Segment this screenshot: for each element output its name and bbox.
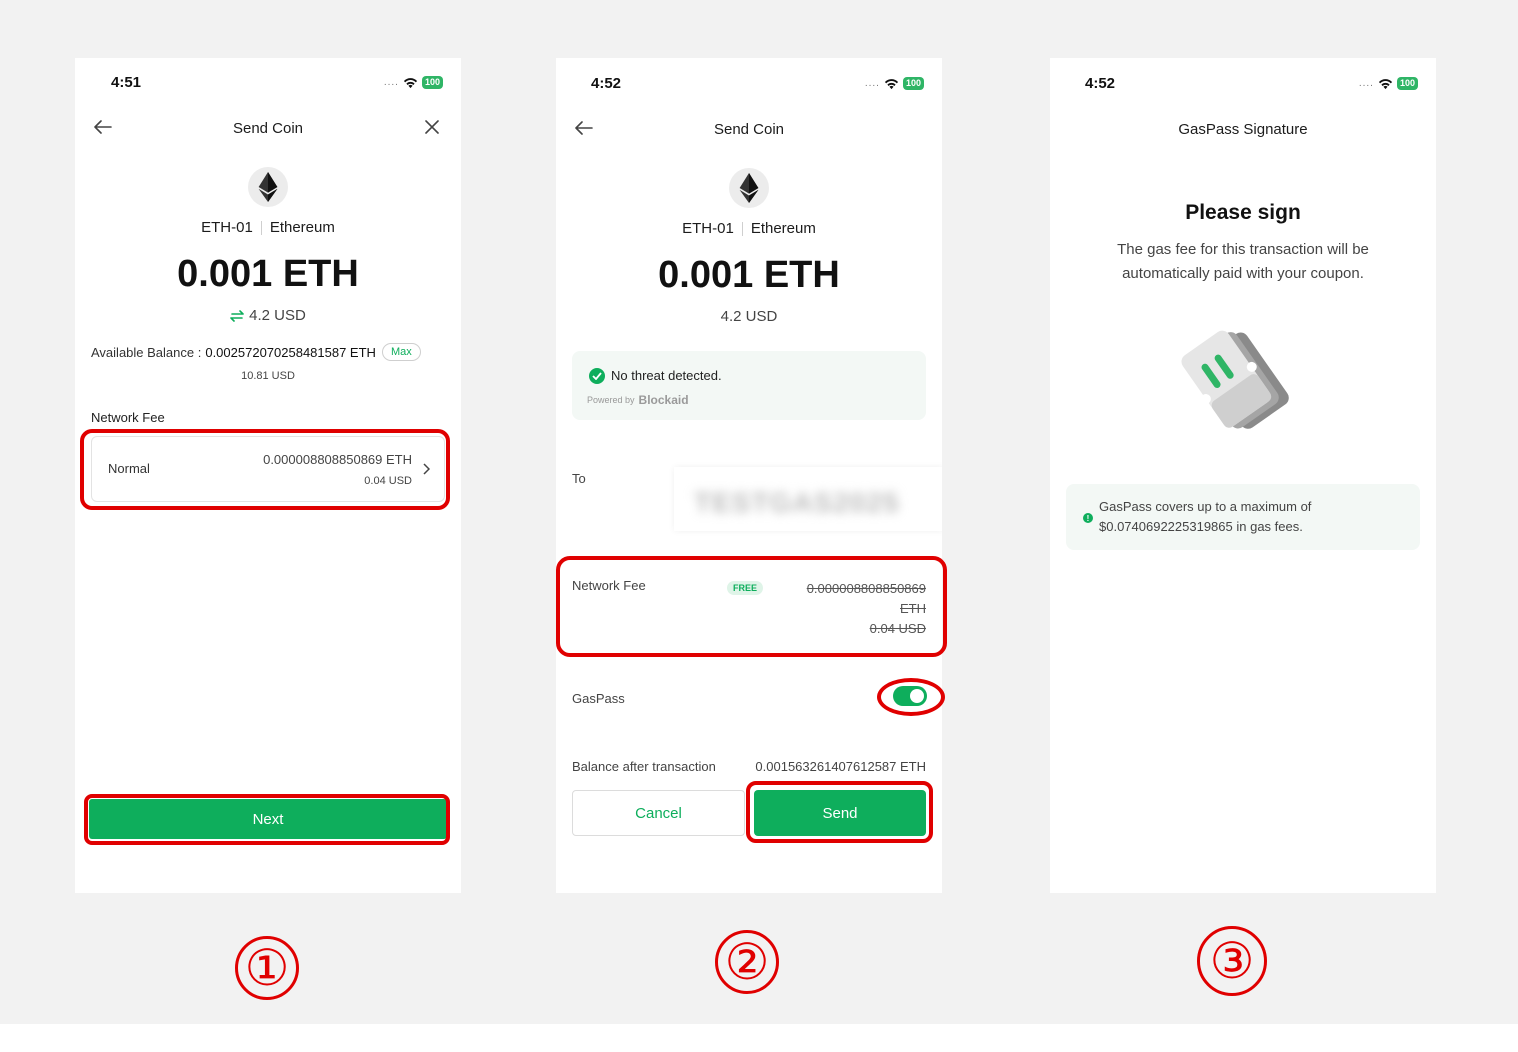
- battery-icon: 100: [1396, 77, 1418, 90]
- send-amount: 0.001 ETH: [177, 253, 359, 295]
- recipient-address-blurred: TESTGAS2025: [694, 487, 900, 518]
- ethereum-logo-icon: [248, 167, 288, 207]
- wifi-icon: [403, 77, 418, 88]
- fiat-amount: 4.2 USD: [75, 307, 461, 324]
- fiat-value: 4.2 USD: [249, 307, 306, 324]
- signal-icon: ....: [864, 78, 880, 89]
- cancel-button[interactable]: Cancel: [572, 790, 745, 836]
- coin-account: ETH-01: [201, 219, 253, 236]
- blockaid-logo: Blockaid: [638, 393, 689, 407]
- recipient-field: TESTGAS2025: [674, 467, 942, 531]
- highlight-network-fee-1: [80, 429, 450, 510]
- wifi-icon: [884, 78, 899, 89]
- divider: [260, 220, 262, 235]
- step-number-1: ①: [235, 936, 299, 1000]
- gaspass-info-panel: ! GasPass covers up to a maximum of $0.0…: [1066, 484, 1420, 550]
- fiat-amount: 4.2 USD: [720, 308, 778, 325]
- balance-after-label: Balance after transaction: [572, 759, 716, 774]
- phone-screen-send-coin-2: 4:52 .... 100 Send Coin ETH-01 Ethereum …: [556, 58, 942, 893]
- threat-status: No threat detected.: [611, 368, 722, 383]
- balance-fiat: 10.81 USD: [241, 370, 295, 382]
- security-check-panel: No threat detected. Powered by Blockaid: [572, 351, 926, 420]
- highlight-gaspass-toggle: [877, 678, 945, 716]
- phone-screen-gaspass-signature: 4:52 .... 100 GasPass Signature Please s…: [1050, 58, 1436, 893]
- page-title: Send Coin: [713, 121, 785, 138]
- swap-icon[interactable]: [230, 309, 244, 322]
- status-bar-icons: .... 100: [384, 76, 443, 89]
- ethereum-logo-icon: [729, 168, 769, 208]
- close-icon[interactable]: [424, 119, 440, 135]
- page-title: Send Coin: [232, 120, 304, 137]
- divider: [741, 221, 743, 236]
- available-balance: Available Balance : 0.002572070258481587…: [91, 343, 421, 361]
- max-button[interactable]: Max: [381, 343, 421, 361]
- coin-label: ETH-01 Ethereum: [556, 220, 942, 237]
- coupon-ticket-icon: [1181, 330, 1289, 429]
- signal-icon: ....: [1358, 78, 1374, 89]
- status-bar-icons: .... 100: [1359, 77, 1418, 90]
- check-circle-icon: [589, 368, 605, 384]
- balance-value: 0.002572070258481587 ETH: [205, 344, 376, 360]
- description-line2: automatically paid with your coupon.: [1122, 265, 1364, 282]
- signal-icon: ....: [383, 77, 399, 88]
- step-number-3: ③: [1197, 926, 1267, 996]
- gaspass-label: GasPass: [572, 691, 625, 706]
- info-line1: GasPass covers up to a maximum of: [1099, 499, 1312, 514]
- coin-account: ETH-01: [682, 220, 734, 237]
- coin-label: ETH-01 Ethereum: [75, 219, 461, 236]
- battery-icon: 100: [902, 77, 924, 90]
- description-line1: The gas fee for this transaction will be: [1117, 241, 1369, 258]
- coin-name: Ethereum: [750, 220, 816, 237]
- status-time: 4:52: [591, 75, 622, 92]
- wifi-icon: [1378, 78, 1393, 89]
- info-icon: !: [1083, 513, 1093, 523]
- powered-by: Powered by Blockaid: [587, 393, 689, 407]
- coin-name: Ethereum: [269, 219, 335, 236]
- step-number-2: ②: [715, 930, 779, 994]
- balance-label: Available Balance :: [91, 344, 202, 360]
- please-sign-heading: Please sign: [1185, 201, 1301, 224]
- powered-by-label: Powered by: [587, 395, 635, 405]
- highlight-network-fee-2: [556, 556, 947, 657]
- balance-after-value: 0.001563261407612587 ETH: [755, 759, 926, 774]
- page-title: GasPass Signature: [1178, 121, 1308, 138]
- to-label: To: [572, 471, 586, 486]
- status-time: 4:51: [111, 74, 142, 91]
- status-time: 4:52: [1085, 75, 1116, 92]
- status-bar-icons: .... 100: [865, 77, 924, 90]
- highlight-next-button: [84, 794, 450, 845]
- highlight-send-button: [746, 781, 933, 843]
- send-amount: 0.001 ETH: [658, 254, 840, 296]
- network-fee-label: Network Fee: [91, 410, 165, 425]
- info-line2: $0.0740692225319865 in gas fees.: [1099, 519, 1303, 534]
- battery-icon: 100: [421, 76, 443, 89]
